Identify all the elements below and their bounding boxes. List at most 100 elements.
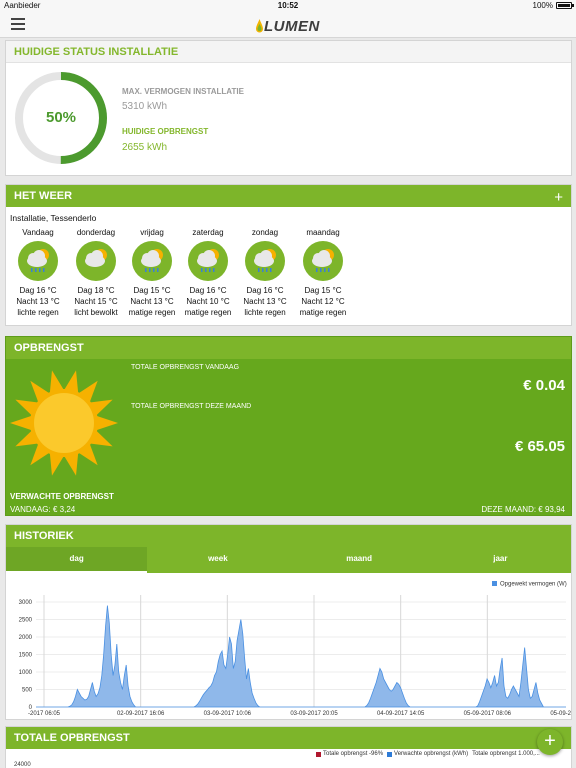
- weather-day: donderdag Dag 18 °C Nacht 15 °C licht bewol…: [68, 227, 124, 318]
- day-temp: Dag 16 °C: [19, 286, 57, 295]
- yield-panel: TOTALE OPBRENGST VANDAAG € 0.04 TOTALE O…: [6, 359, 571, 515]
- tab-week[interactable]: week: [147, 547, 288, 573]
- clock: 10:52: [277, 1, 299, 10]
- day-temp: Dag 16 °C: [189, 286, 227, 295]
- night-temp: Nacht 13 °C: [130, 297, 174, 306]
- day-temp: Dag 15 °C: [304, 286, 342, 295]
- logo-text: LUMEN: [264, 17, 320, 35]
- x-tick-label: 05-09-2017 08:06: [464, 711, 512, 717]
- weather-location: Installatie, Tessenderlo: [10, 213, 97, 223]
- legend-swatch: [492, 581, 497, 586]
- weather-title: HET WEER: [14, 190, 73, 202]
- expected-today: VANDAAG: € 3,24: [10, 505, 76, 514]
- weather-card-title: HET WEER +: [6, 185, 571, 207]
- today-yield-value: € 0.04: [523, 377, 565, 394]
- weather-desc: lichte regen: [244, 308, 286, 317]
- history-card: HISTORIEK dag week maand jaar 0 500 1000 1500 2…: [5, 524, 572, 720]
- month-yield-label: TOTALE OPBRENGST DEZE MAAND: [131, 403, 252, 410]
- cloud-rain-sun-icon: [245, 241, 285, 281]
- day-name: maandag: [306, 228, 340, 237]
- weather-day: Vandaag Dag 16 °C Nacht 13 °C lichte regen: [10, 227, 66, 318]
- y-tick-label: 3000: [19, 600, 33, 606]
- tab-maand[interactable]: maand: [289, 547, 430, 573]
- max-capacity-label: MAX. VERMOGEN INSTALLATIE: [122, 87, 244, 96]
- x-tick-label: 05-09-2017 18:06: [550, 711, 571, 717]
- tab-dag[interactable]: dag: [6, 547, 148, 573]
- night-temp: Nacht 13 °C: [243, 297, 287, 306]
- legend-item: Totale opbrengst 1.000,...: [472, 751, 540, 757]
- total-yield-legend: Totale opbrengst -96% Verwachte opbrengs…: [316, 751, 540, 757]
- day-name: zondag: [251, 228, 279, 237]
- status-card-title: HUIDIGE STATUS INSTALLATIE: [6, 41, 571, 63]
- weather-desc: matige regen: [184, 308, 232, 317]
- x-tick-label: 02-09-2017 16:06: [117, 711, 165, 717]
- day-name: Vandaag: [22, 228, 54, 237]
- history-tabs: dag week maand jaar: [6, 547, 571, 573]
- current-yield-label: HUIDIGE OPBRENGST: [122, 127, 209, 136]
- weather-card: HET WEER + Installatie, Tessenderlo Vand…: [5, 184, 572, 326]
- cloud-rain-sun-icon: [132, 241, 172, 281]
- day-temp: Dag 18 °C: [77, 286, 115, 295]
- add-fab-button[interactable]: +: [537, 729, 563, 755]
- day-name: zaterdag: [192, 228, 224, 237]
- sun-icon: [10, 370, 118, 476]
- history-card-title: HISTORIEK: [6, 525, 571, 547]
- weather-desc: matige regen: [299, 308, 347, 317]
- max-capacity-value: 5310 kWh: [122, 101, 168, 112]
- day-name: vrijdag: [140, 228, 164, 237]
- battery-icon: [556, 2, 574, 9]
- y-tick: 24000: [14, 762, 31, 768]
- status-bar: Aanbieder 10:52 100%: [0, 0, 576, 12]
- y-tick-label: 1500: [19, 653, 33, 659]
- yield-card: OPBRENGST TOTALE OPBRENGST VANDAAG € 0.0…: [5, 336, 572, 516]
- x-tick-label: 03-09-2017 10:06: [204, 711, 252, 717]
- weather-day: maandag Dag 15 °C Nacht 12 °C matige regen: [295, 227, 351, 318]
- y-tick-label: 500: [22, 688, 33, 694]
- gauge-percent: 50%: [45, 109, 77, 126]
- expected-yield-label: VERWACHTE OPBRENGST: [10, 492, 114, 501]
- battery-percent: 100%: [532, 1, 553, 10]
- y-tick-label: 2000: [19, 635, 33, 641]
- series-area: [36, 605, 566, 708]
- legend-item: Totale opbrengst -96%: [316, 751, 383, 757]
- app-navbar: LUMEN: [0, 12, 576, 38]
- total-yield-title: TOTALE OPBRENGST: [6, 727, 571, 749]
- weather-day: zondag Dag 16 °C Nacht 13 °C lichte regen: [237, 227, 293, 318]
- day-name: donderdag: [76, 228, 116, 237]
- status-card: HUIDIGE STATUS INSTALLATIE 50% MAX. VERM…: [5, 40, 572, 176]
- night-temp: Nacht 15 °C: [74, 297, 118, 306]
- weather-day: vrijdag Dag 15 °C Nacht 13 °C matige regen: [124, 227, 180, 318]
- lumen-logo: LUMEN: [256, 16, 320, 36]
- menu-icon[interactable]: [11, 18, 25, 30]
- cloud-rain-sun-icon: [18, 241, 58, 281]
- x-tick-label: 03-09-2017 20:05: [290, 711, 338, 717]
- tab-jaar[interactable]: jaar: [430, 547, 571, 573]
- y-tick-label: 1000: [19, 670, 33, 676]
- y-tick-label: 2500: [19, 618, 33, 624]
- legend-item: Verwachte opbrengst (kWh): [387, 751, 468, 757]
- night-temp: Nacht 10 °C: [186, 297, 230, 306]
- battery-status: 100%: [532, 1, 574, 10]
- x-tick-label: 04-09-2017 14:05: [377, 711, 425, 717]
- legend-label: Opgewekt vermogen (W): [500, 582, 567, 588]
- month-yield-value: € 65.05: [514, 438, 565, 455]
- weather-desc: matige regen: [128, 308, 176, 317]
- add-icon[interactable]: +: [554, 187, 563, 209]
- expected-month: DEZE MAAND: € 93,94: [481, 505, 565, 514]
- day-temp: Dag 16 °C: [246, 286, 284, 295]
- day-temp: Dag 15 °C: [133, 286, 171, 295]
- yield-card-title: OPBRENGST: [6, 337, 571, 359]
- weather-desc: licht bewolkt: [74, 308, 118, 317]
- night-temp: Nacht 12 °C: [301, 297, 345, 306]
- cloud-rain-sun-icon: [303, 241, 343, 281]
- weather-day: zaterdag Dag 16 °C Nacht 10 °C matige regen: [180, 227, 236, 318]
- weather-desc: lichte regen: [17, 308, 59, 317]
- night-temp: Nacht 13 °C: [16, 297, 60, 306]
- drop-icon: [256, 19, 263, 33]
- cloud-rain-sun-icon: [188, 241, 228, 281]
- current-yield-value: 2655 kWh: [122, 142, 168, 153]
- total-yield-card: TOTALE OPBRENGST Totale opbrengst -96% V…: [5, 726, 572, 768]
- cloud-sun-icon: [76, 241, 116, 281]
- today-yield-label: TOTALE OPBRENGST VANDAAG: [131, 364, 240, 371]
- history-chart: 050010001500200025003000-2017 06:05 02-09…: [19, 581, 571, 717]
